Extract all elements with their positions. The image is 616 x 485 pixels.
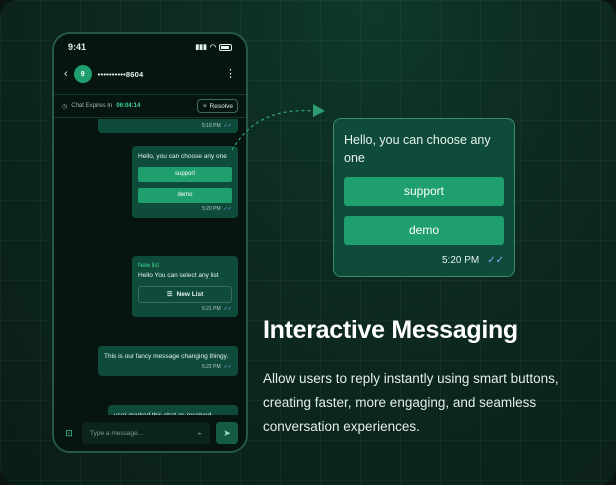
message-input-bar: ⊡ Type a message... ⌁ ➤ <box>54 415 246 451</box>
send-icon: ➤ <box>223 427 231 438</box>
support-button[interactable]: support <box>138 167 232 183</box>
double-check-icon: ✓✓ <box>223 206 232 213</box>
message-bubble: Hello, you can choose any one support de… <box>132 146 238 218</box>
status-icons: ▮▮▮ ◠ <box>195 43 232 51</box>
chat-header: ‹ 9 ••••••••••8604 ⋮ <box>54 60 246 88</box>
zoomed-support-button[interactable]: support <box>344 177 504 207</box>
description: Allow users to reply instantly using sma… <box>263 371 559 434</box>
demo-button[interactable]: demo <box>138 188 232 204</box>
list-button-label: New List <box>176 290 204 298</box>
paperclip-icon[interactable]: ⌁ <box>197 429 202 438</box>
zoomed-message-time: 5:20 PM <box>441 255 480 267</box>
message-input[interactable]: Type a message... ⌁ <box>82 422 210 444</box>
message-meta: 5:21 PM ✓✓ <box>138 306 232 313</box>
message-list: 5:19 PM ✓✓ Hello, you can choose any one… <box>54 119 246 436</box>
headline: Interactive Messaging <box>263 316 518 344</box>
status-time: 9:41 <box>68 42 87 52</box>
input-placeholder: Type a message... <box>90 429 144 437</box>
template-icon[interactable]: ⊡ <box>62 428 76 439</box>
chat-expiry-bar: ◷ Chat Expires In 06:04:14 ✧ Resolve <box>54 94 246 118</box>
double-check-icon: ✓✓ <box>223 306 232 313</box>
signal-icon: ▮▮▮ <box>195 44 207 51</box>
message-text: This is our fancy message changing thing… <box>104 353 229 360</box>
double-check-icon: ✓✓ <box>487 255 504 267</box>
message-meta: 5:19 PM ✓✓ <box>104 123 232 130</box>
zoomed-message-bubble: Hello, you can choose any one support de… <box>333 118 515 277</box>
promo-card: 9:41 ▮▮▮ ◠ ‹ 9 ••••••••••8604 ⋮ ◷ Chat E… <box>0 0 616 485</box>
send-button[interactable]: ➤ <box>216 422 238 444</box>
message-meta: 5:20 PM ✓✓ <box>138 206 232 213</box>
message-bubble: 5:19 PM ✓✓ <box>98 119 238 133</box>
zoomed-message-text: Hello, you can choose any one <box>344 133 491 166</box>
battery-icon <box>219 43 232 51</box>
expiry-time: 06:04:14 <box>116 103 141 109</box>
message-time: 5:21 PM <box>201 306 221 313</box>
new-list-button[interactable]: ☰ New List <box>138 286 232 304</box>
message-bubble: New list Hello You can select any list ☰… <box>132 256 238 318</box>
clock-icon: ◷ <box>62 103 68 110</box>
back-icon[interactable]: ‹ <box>64 68 68 80</box>
kebab-menu-icon[interactable]: ⋮ <box>225 68 236 80</box>
message-bubble: This is our fancy message changing thing… <box>98 346 238 376</box>
contact-name: ••••••••••8604 <box>97 69 144 79</box>
phone-mockup: 9:41 ▮▮▮ ◠ ‹ 9 ••••••••••8604 ⋮ ◷ Chat E… <box>52 32 248 453</box>
double-check-icon: ✓✓ <box>223 364 232 371</box>
list-title: New list <box>138 263 160 269</box>
message-time: 5:20 PM <box>201 206 221 213</box>
zoomed-message-meta: 5:20 PM ✓✓ <box>344 255 504 266</box>
message-meta: 5:22 PM ✓✓ <box>104 364 232 371</box>
message-text: Hello You can select any list <box>138 271 219 279</box>
message-text: Hello, you can choose any one <box>138 153 227 160</box>
list-icon: ☰ <box>166 290 173 298</box>
status-bar: 9:41 ▮▮▮ ◠ <box>54 34 246 60</box>
resolve-label: Resolve <box>209 102 233 110</box>
message-time: 5:22 PM <box>201 364 221 371</box>
avatar[interactable]: 9 <box>73 65 92 83</box>
wifi-icon: ◠ <box>209 44 216 51</box>
resolve-button[interactable]: ✧ Resolve <box>197 99 238 113</box>
sparkle-icon: ✧ <box>202 103 208 110</box>
expiry-label: Chat Expires In <box>71 103 113 109</box>
double-check-icon: ✓✓ <box>223 123 232 129</box>
message-time: 5:19 PM <box>201 123 221 129</box>
zoomed-demo-button[interactable]: demo <box>344 216 504 246</box>
